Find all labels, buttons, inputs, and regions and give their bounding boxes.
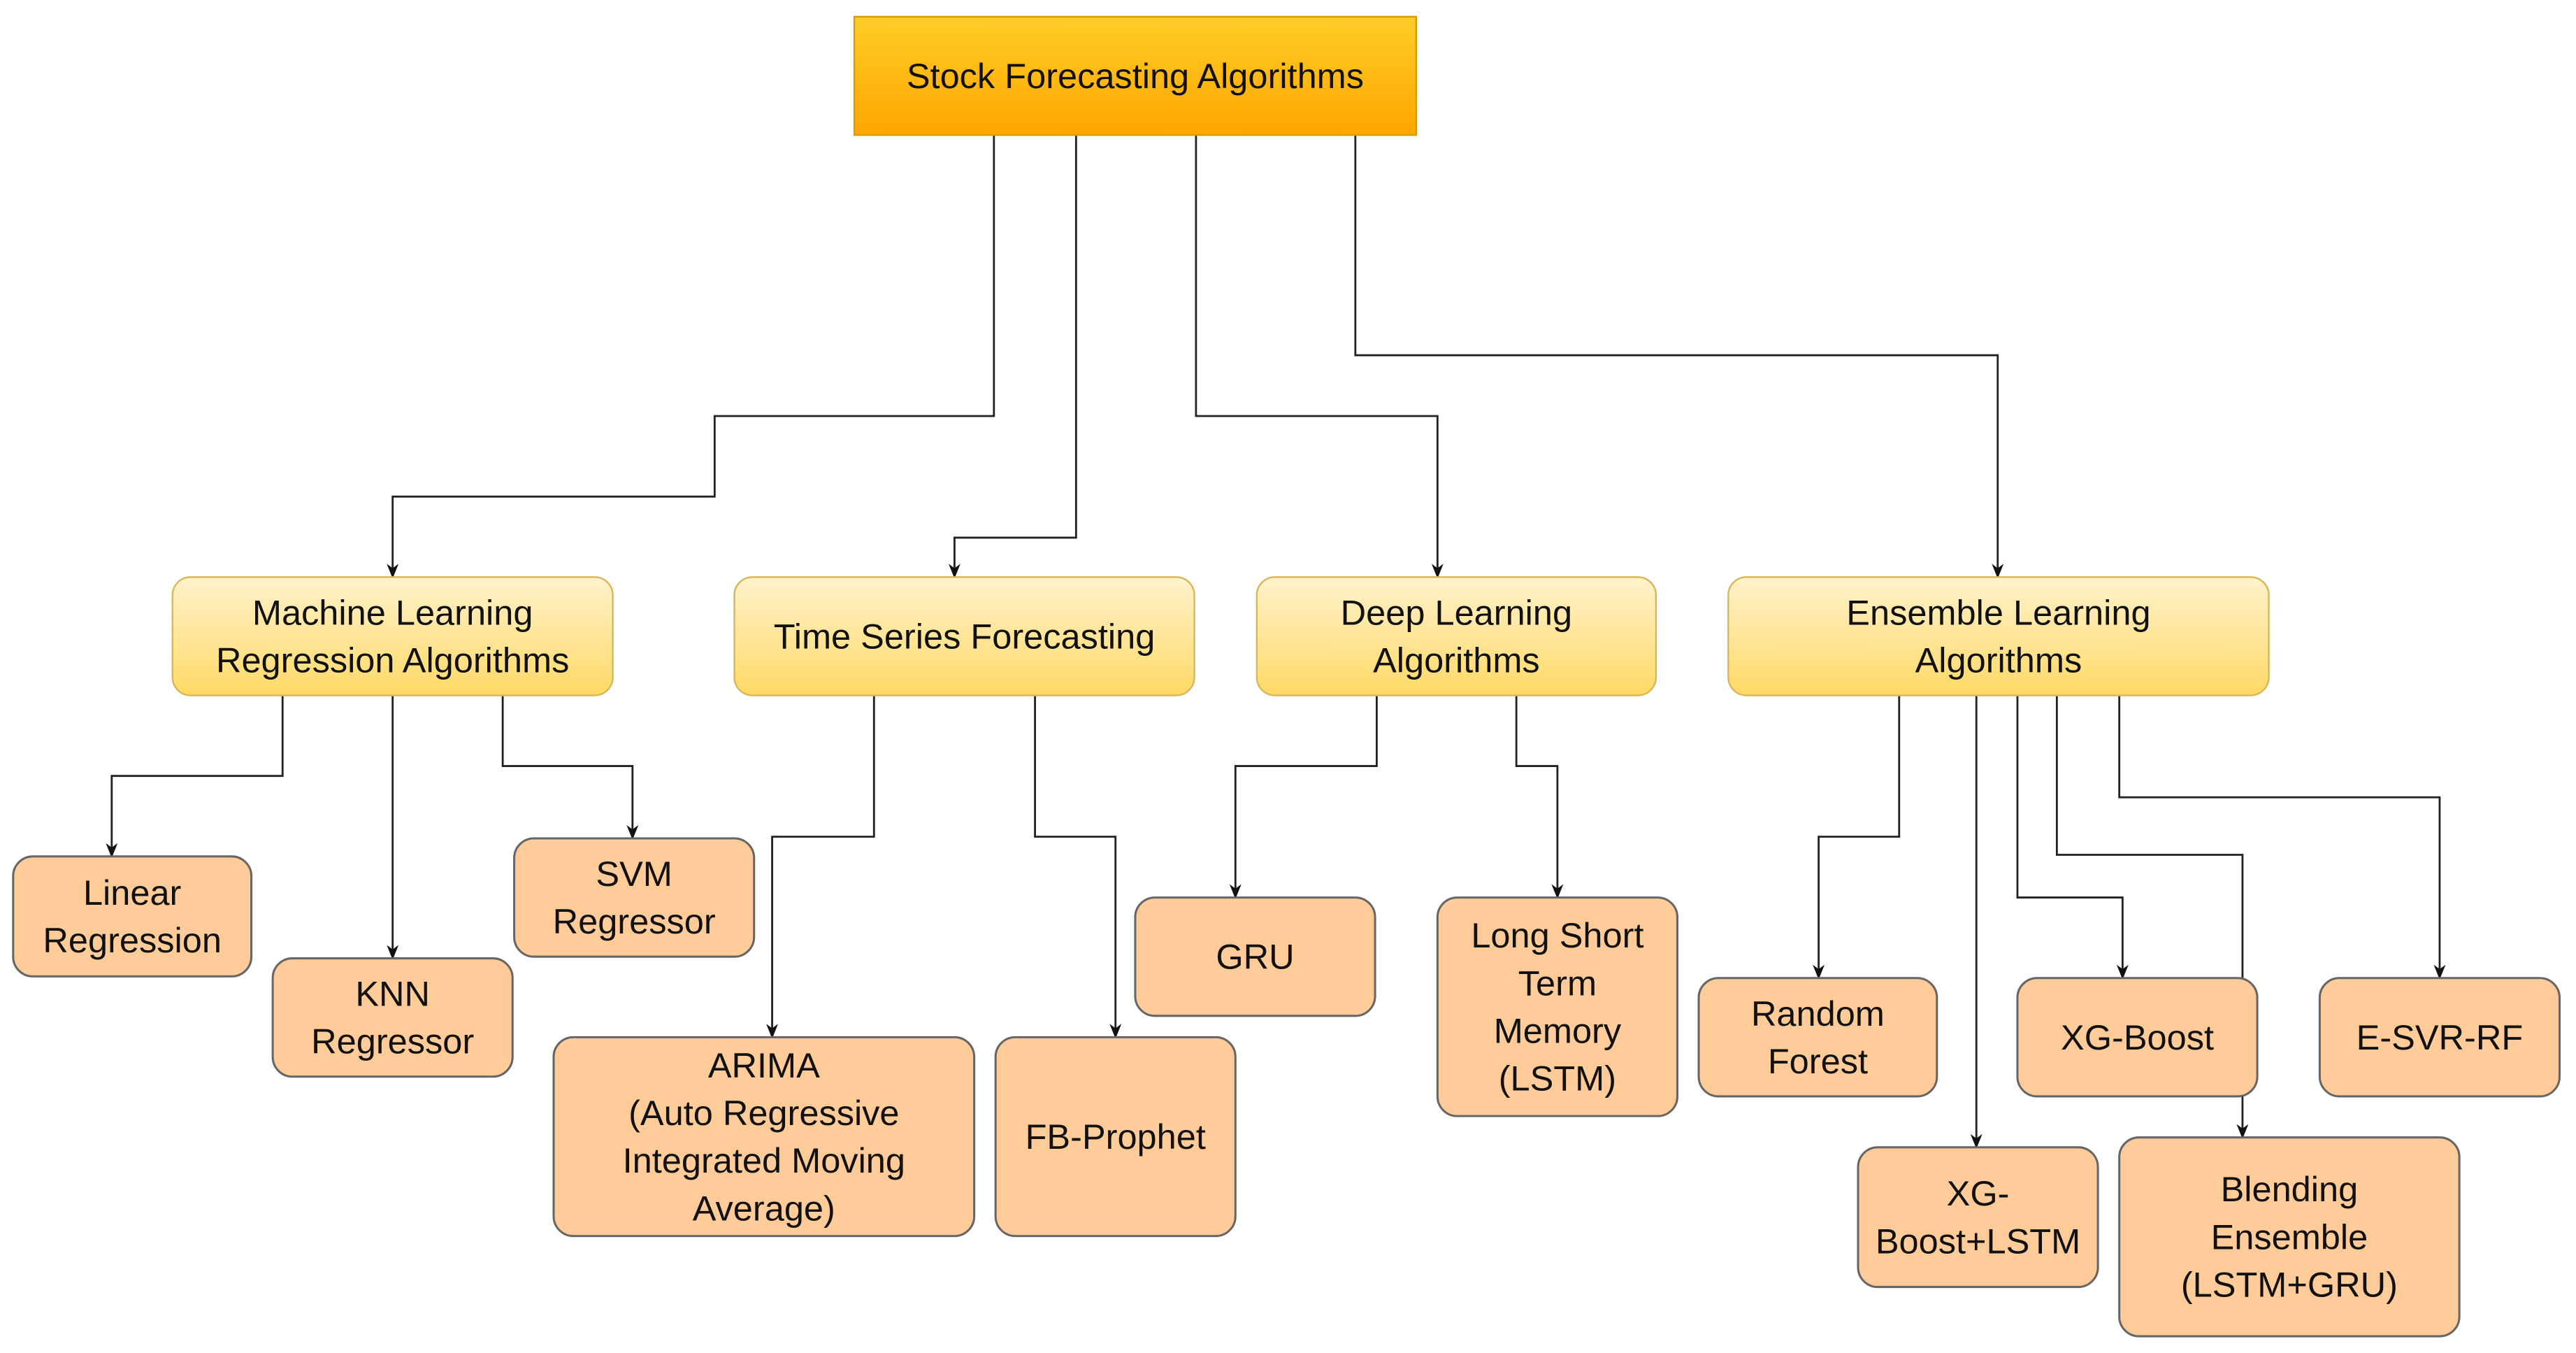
algorithm-node-rf: Random Forest	[1697, 977, 1938, 1098]
connector-ens-to-esvr	[2118, 695, 2446, 980]
algorithm-node-label: ARIMA	[708, 1045, 820, 1085]
connector-root-to-ens	[1354, 135, 2004, 579]
connector-ens-to-rf	[1813, 695, 1901, 980]
connector-ml-to-svm	[501, 695, 639, 840]
algorithm-node-label: Memory	[1494, 1010, 1622, 1050]
category-node-ml: Machine Learning Regression Algorithms	[171, 576, 614, 696]
algorithm-node-label: (LSTM)	[1499, 1059, 1616, 1098]
root-node-root: Stock Forecasting Algorithms	[853, 15, 1417, 136]
algorithm-node-gru: GRU	[1134, 896, 1376, 1017]
node-layer: Stock Forecasting Algorithms Machine Lear…	[12, 15, 2561, 1338]
algorithm-node-label: Boost+LSTM	[1876, 1221, 2080, 1261]
algorithm-node-label: Regressor	[553, 901, 716, 941]
algorithm-node-prophet: FB-Prophet	[994, 1036, 1237, 1238]
algorithm-node-label: KNN	[355, 974, 430, 1014]
algorithm-node-label: XG-Boost	[2061, 1017, 2214, 1057]
algorithm-node-svm: SVM Regressor	[513, 837, 756, 958]
algorithm-node-label: Regressor	[311, 1022, 474, 1061]
algorithm-node-label: Forest	[1768, 1041, 1868, 1081]
root-node-label: Stock Forecasting Algorithms	[907, 56, 1364, 96]
algorithm-node-blend: Blending Ensemble (LSTM+GRU)	[2118, 1136, 2461, 1338]
algorithm-node-label: XG-	[1947, 1173, 2010, 1213]
algorithm-node-label: Average)	[693, 1188, 835, 1228]
category-node-label: Time Series Forecasting	[774, 616, 1156, 656]
algorithm-node-label: Regression	[43, 920, 222, 960]
algorithm-node-arima: ARIMA (Auto Regressive Integrated Moving Av…	[552, 1036, 976, 1238]
category-node-label: Algorithms	[1373, 640, 1540, 680]
category-node-label: Deep Learning	[1341, 592, 1572, 632]
algorithm-node-esvr: E-SVR-RF	[2318, 977, 2561, 1098]
algorithm-node-lstm: Long Short Term Memory (LSTM)	[1436, 896, 1679, 1117]
algorithm-node-label: Random	[1751, 994, 1885, 1033]
algorithm-node-label: GRU	[1216, 937, 1294, 977]
category-node-ts: Time Series Forecasting	[733, 576, 1195, 696]
connector-dl-to-gru	[1229, 695, 1378, 899]
algorithm-node-label: FB-Prophet	[1026, 1117, 1206, 1157]
connector-dl-to-lstm	[1515, 695, 1564, 899]
connector-ts-to-prophet	[1034, 695, 1122, 1039]
category-node-ens: Ensemble Learning Algorithms	[1727, 576, 2270, 696]
algorithm-node-label: Term	[1518, 963, 1597, 1003]
algorithm-node-xgblstm: XG- Boost+LSTM	[1857, 1146, 2099, 1289]
connector-root-to-ts	[948, 135, 1077, 579]
category-node-dl: Deep Learning Algorithms	[1255, 576, 1657, 696]
algorithm-node-label: Ensemble	[2211, 1217, 2368, 1257]
category-node-label: Ensemble Learning	[1846, 592, 2150, 632]
algorithm-node-box	[1857, 1146, 2099, 1289]
stock-forecasting-taxonomy-diagram: Stock Forecasting Algorithms Machine Lear…	[12, 15, 2561, 1338]
connector-ens-to-xgb	[2016, 695, 2129, 980]
algorithm-node-linreg: Linear Regression	[12, 855, 253, 978]
algorithm-node-label: Integrated Moving	[623, 1140, 905, 1180]
algorithm-node-label: (LSTM+GRU)	[2181, 1265, 2398, 1305]
algorithm-node-label: Linear	[83, 873, 181, 912]
algorithm-node-label: E-SVR-RF	[2356, 1017, 2524, 1057]
algorithm-node-label: Blending	[2221, 1169, 2359, 1209]
connector-ml-to-linreg	[106, 695, 284, 858]
algorithm-node-label: SVM	[596, 854, 672, 894]
connector-ts-to-arima	[766, 695, 875, 1039]
connector-root-to-ml	[387, 135, 995, 579]
category-node-label: Machine Learning	[252, 592, 533, 632]
algorithm-node-label: Long Short	[1471, 915, 1643, 955]
algorithm-node-knn: KNN Regressor	[271, 957, 514, 1078]
algorithm-node-xgb: XG-Boost	[2016, 977, 2259, 1098]
algorithm-node-label: (Auto Regressive	[628, 1093, 899, 1133]
category-node-label: Algorithms	[1915, 640, 2082, 680]
category-node-label: Regression Algorithms	[216, 640, 569, 680]
